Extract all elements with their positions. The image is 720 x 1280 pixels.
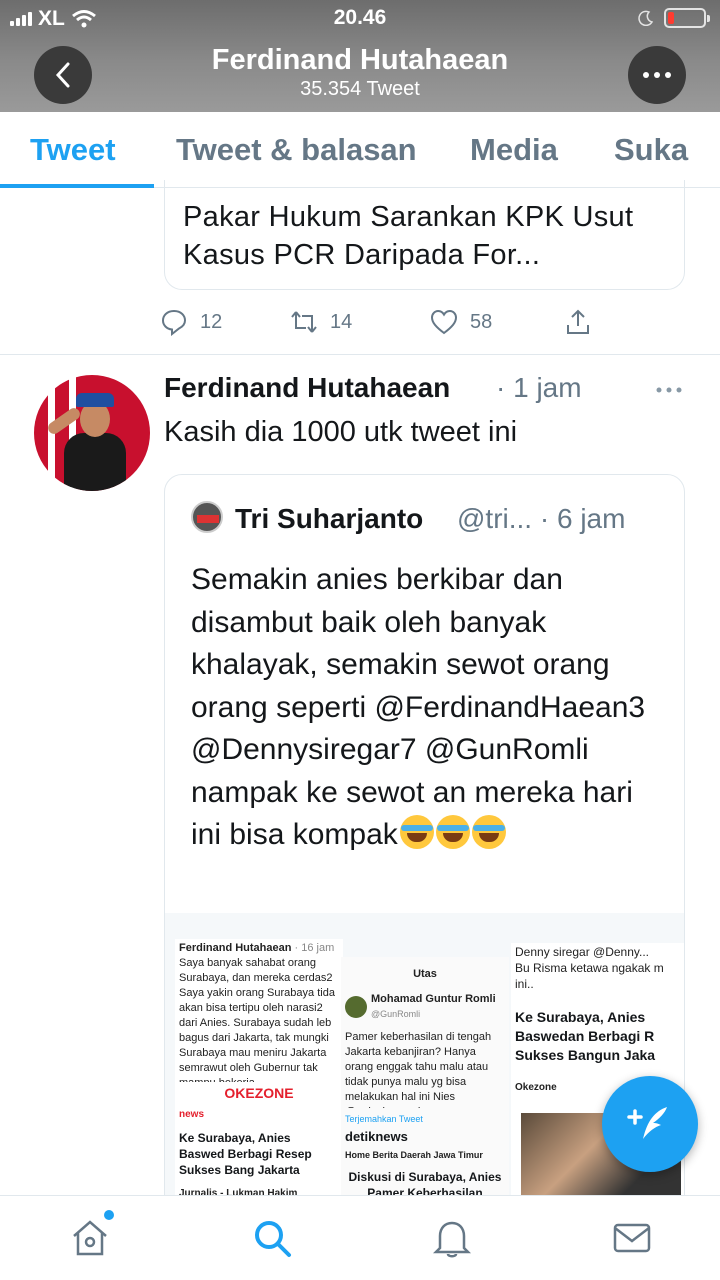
- tweet-text: Kasih dia 1000 utk tweet ini: [164, 416, 518, 448]
- mini-left-text: Saya banyak sahabat orang Surabaya, dan …: [179, 957, 335, 1082]
- quoted-text-body: Semakin anies berkibar dan disambut baik…: [191, 563, 646, 851]
- battery-icon: [664, 8, 710, 28]
- more-dots-icon: [643, 72, 671, 78]
- profile-name: Ferdinand Hutahaean: [211, 44, 509, 76]
- tab-suka[interactable]: Suka: [614, 132, 688, 168]
- more-options-button[interactable]: [628, 46, 686, 104]
- tab-media[interactable]: Media: [470, 132, 558, 168]
- mini-left-news: news: [179, 1109, 205, 1120]
- mini-left-time: · 16 jam: [294, 942, 335, 954]
- status-bar: XL 20.46: [0, 0, 720, 36]
- retweet-count: 14: [330, 310, 353, 333]
- reply-count: 12: [200, 310, 223, 333]
- active-tab-indicator: [0, 184, 154, 188]
- compose-tweet-button[interactable]: [602, 1076, 698, 1172]
- bell-icon: [432, 1221, 472, 1258]
- tweet-author-name[interactable]: Ferdinand Hutahaean: [164, 372, 450, 404]
- tab-tweet[interactable]: Tweet: [30, 132, 116, 168]
- tweet-time: · 1 jam: [496, 372, 582, 403]
- mini-mid-name: Mohamad Guntur Romli: [371, 993, 496, 1005]
- quoted-author-name: Tri Suharjanto: [235, 503, 424, 534]
- mini-left-logo: OKEZONE: [224, 1085, 294, 1101]
- nav-home[interactable]: [68, 1210, 114, 1260]
- mini-left-name: Ferdinand Hutahaean: [179, 942, 292, 954]
- mini-right-text: Bu Risma ketawa ngakak m ini..: [515, 961, 664, 991]
- bottom-navigation: [0, 1195, 720, 1280]
- mini-mid-handle: @GunRomli: [371, 1009, 421, 1019]
- reply-button[interactable]: 12: [160, 308, 290, 336]
- mini-right-headline: Ke Surabaya, Anies Baswedan Berbagi R Su…: [515, 1009, 656, 1063]
- tab-tweet-balasan[interactable]: Tweet & balasan: [176, 132, 417, 168]
- mini-mid-translate: Terjemahkan Tweet: [345, 1114, 423, 1124]
- status-time: 20.46: [333, 6, 387, 29]
- tears-of-joy-emoji-icon: [435, 815, 470, 849]
- mail-icon: [613, 1223, 651, 1253]
- quoted-handle-time: @tri... · 6 jam: [457, 503, 626, 534]
- status-right: [638, 8, 710, 28]
- retweet-button[interactable]: 14: [290, 308, 430, 336]
- reply-icon: [161, 309, 187, 336]
- tweet-menu-button[interactable]: [656, 374, 682, 400]
- nav-notifications[interactable]: [430, 1216, 474, 1260]
- share-icon: [567, 309, 589, 334]
- mini-left-headline: Ke Surabaya, Anies Baswed Berbagi Resep …: [179, 1131, 312, 1177]
- search-icon: [255, 1221, 291, 1257]
- tweet-divider: [0, 354, 720, 355]
- heart-icon: [430, 309, 458, 335]
- tweet-actions: 12 14 58: [160, 308, 610, 336]
- moon-icon: [638, 10, 654, 26]
- profile-tabs: Tweet Tweet & balasan Media Suka: [0, 112, 720, 188]
- link-card-title: Pakar Hukum Sarankan KPK Usut Kasus PCR …: [183, 201, 634, 271]
- quoted-author-avatar: [191, 501, 223, 533]
- home-icon: [73, 1220, 107, 1256]
- share-button[interactable]: [564, 308, 604, 336]
- mini-mid-title: Utas: [413, 968, 437, 980]
- profile-header: XL 20.46 Ferdinand Hutahaean 35.354 Twee…: [0, 0, 720, 112]
- mini-mid-text: Pamer keberhasilan di tengah Jakarta keb…: [345, 1031, 492, 1108]
- nav-search[interactable]: [250, 1216, 294, 1260]
- retweet-icon: [291, 311, 317, 333]
- author-avatar[interactable]: [34, 375, 150, 491]
- mini-mid-logo: detiknews: [345, 1129, 408, 1144]
- compose-quill-icon: [627, 1107, 667, 1139]
- quoted-tweet-text: Semakin anies berkibar dan disambut baik…: [191, 559, 671, 857]
- mini-mid-nav: Home Berita Daerah Jawa Timur: [345, 1150, 483, 1160]
- tears-of-joy-emoji-icon: [399, 815, 434, 849]
- more-dots-icon: [656, 387, 682, 393]
- link-card[interactable]: Pakar Hukum Sarankan KPK Usut Kasus PCR …: [164, 180, 685, 290]
- media-screenshot-left: Ferdinand Hutahaean · 16 jam Saya banyak…: [175, 939, 343, 1213]
- like-count: 58: [470, 310, 493, 333]
- tears-of-joy-emoji-icon: [471, 815, 506, 849]
- mini-mid-avatar: [345, 996, 367, 1018]
- like-button[interactable]: 58: [430, 308, 564, 336]
- media-screenshot-middle: Utas Mohamad Guntur Romli @GunRomli Pamer…: [341, 957, 509, 1213]
- quoted-media-image[interactable]: Ferdinand Hutahaean · 16 jam Saya banyak…: [165, 913, 684, 1213]
- notification-dot-icon: [104, 1210, 114, 1220]
- tweet-count: 35.354 Tweet: [300, 78, 420, 100]
- nav-messages[interactable]: [610, 1216, 654, 1260]
- mini-right-name: Denny siregar @Denny...: [515, 945, 650, 959]
